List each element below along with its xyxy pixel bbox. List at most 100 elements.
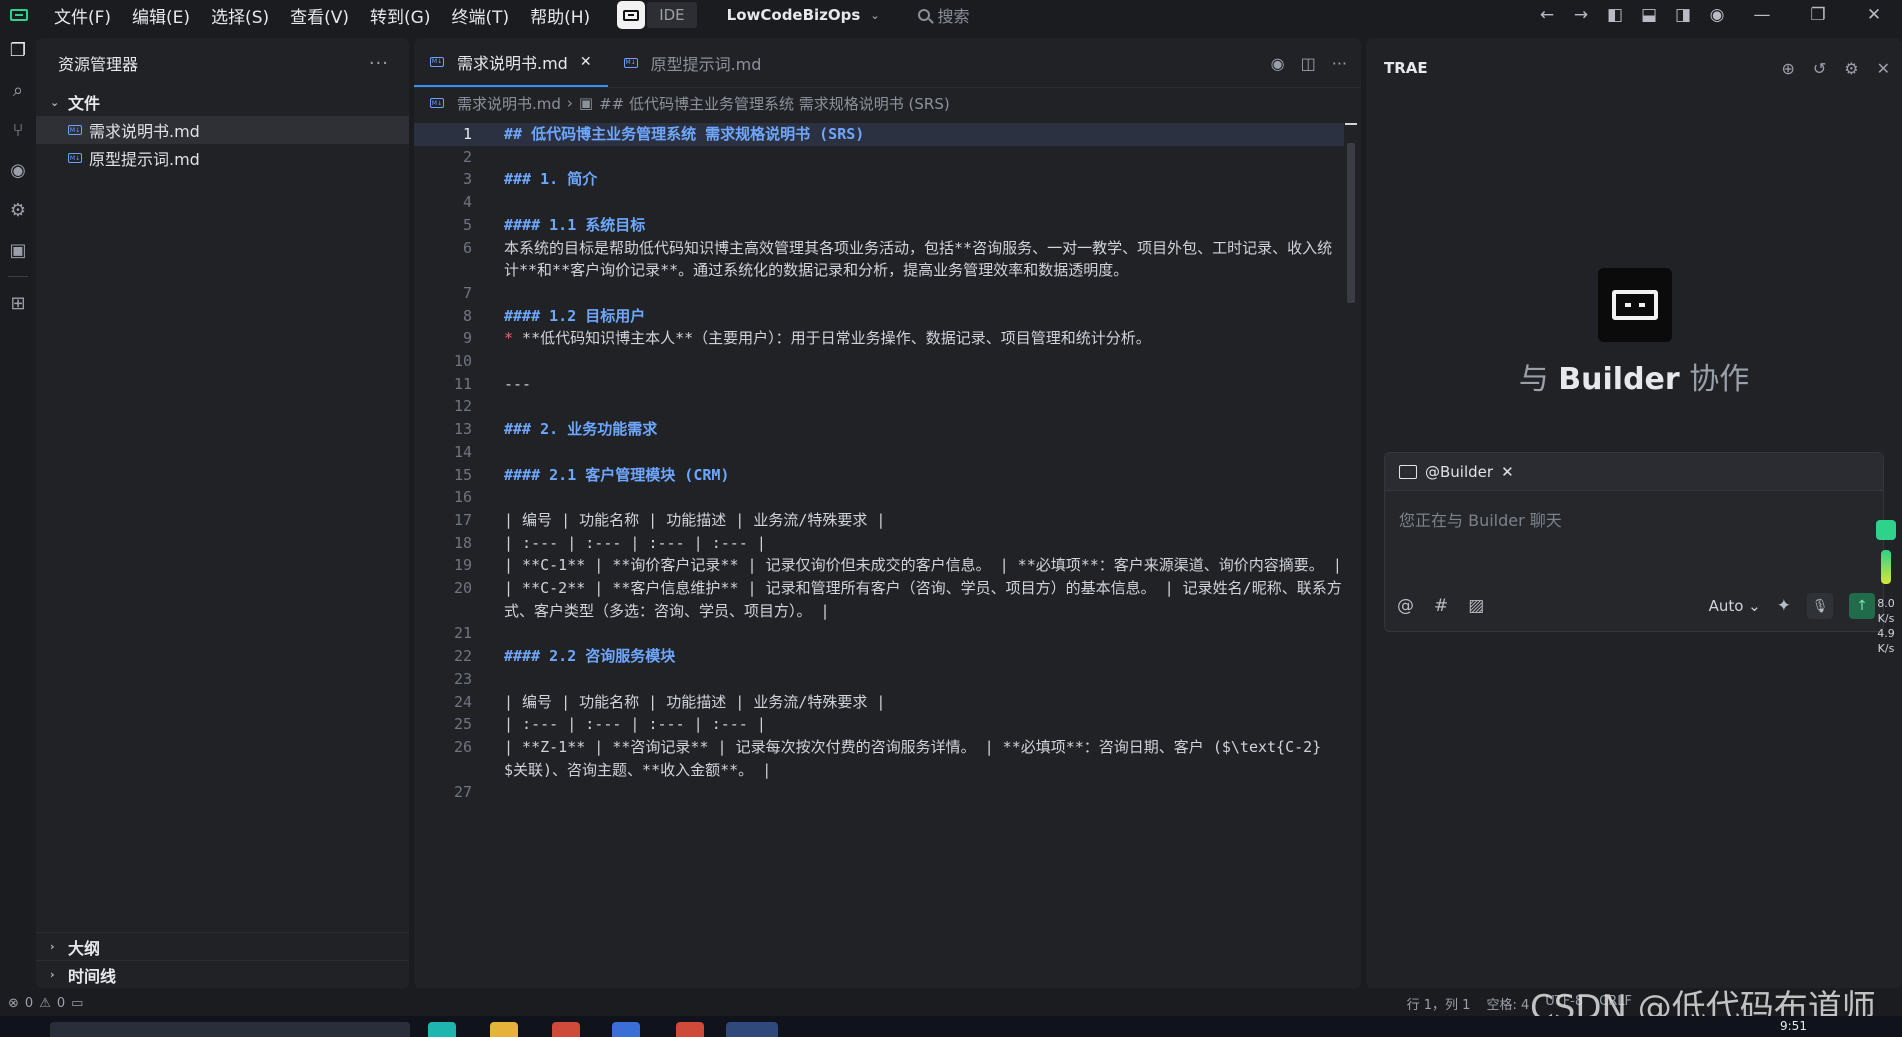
security-shield-icon[interactable] <box>1876 520 1896 540</box>
code-line[interactable]: 16 <box>414 486 1344 509</box>
close-tab-icon[interactable]: ✕ <box>580 54 592 70</box>
preview-eye-icon[interactable]: ◉ <box>0 150 36 190</box>
code-line[interactable]: 12 <box>414 395 1344 418</box>
search-files-icon[interactable]: ⌕ <box>0 70 36 110</box>
code-line[interactable]: 11 --- <box>414 373 1344 396</box>
code-line[interactable]: 22 #### 2.2 咨询服务模块 <box>414 645 1344 668</box>
restore-icon[interactable]: ❐ <box>1790 5 1846 25</box>
menu-help[interactable]: 帮助(H) <box>530 3 590 28</box>
project-selector[interactable]: LowCodeBizOps ⌄ <box>727 6 880 24</box>
code-line[interactable]: 1 ## 低代码博主业务管理系统 需求规格说明书 (SRS) <box>414 123 1344 146</box>
context-hash-icon[interactable]: # <box>1434 596 1448 616</box>
taskbar-app-icon[interactable] <box>428 1022 456 1037</box>
debug-icon[interactable]: ⚙ <box>0 190 36 230</box>
taskbar-app-icon[interactable] <box>612 1022 640 1037</box>
taskbar-browser-icon[interactable] <box>676 1022 704 1037</box>
split-editor-icon[interactable]: ◫ <box>1301 54 1316 73</box>
code-line[interactable]: 3 ### 1. 简介 <box>414 168 1344 191</box>
ide-mode-switch[interactable]: IDE <box>617 1 697 29</box>
taskbar-trae-icon[interactable] <box>726 1022 778 1037</box>
taskbar-folder-icon[interactable] <box>490 1022 518 1037</box>
code-line[interactable]: 26 | **Z-1** | **咨询记录** | 记录每次按次付费的咨询服务详情… <box>414 736 1344 781</box>
code-line[interactable]: 13 ### 2. 业务功能需求 <box>414 418 1344 441</box>
taskbar-app-icon[interactable] <box>552 1022 580 1037</box>
close-window-icon[interactable]: ✕ <box>1846 5 1902 25</box>
code-line[interactable]: 18 | :--- | :--- | :--- | :--- | <box>414 532 1344 555</box>
code-line[interactable]: 14 <box>414 441 1344 464</box>
code-line[interactable]: 9 * **低代码知识博主本人**（主要用户）：用于日常业务操作、数据记录、项目管… <box>414 327 1344 350</box>
menu-file[interactable]: 文件(F) <box>54 3 111 28</box>
sparkle-icon[interactable]: ✦ <box>1777 596 1791 616</box>
code-line[interactable]: 24 | 编号 | 功能名称 | 功能描述 | 业务流/特殊要求 | <box>414 691 1344 714</box>
code-line[interactable]: 5 #### 1.1 系统目标 <box>414 214 1344 237</box>
tab-requirements[interactable]: M↓ 需求说明书.md ✕ <box>414 38 608 87</box>
tree-file-prompts[interactable]: M↓ 原型提示词.md <box>36 144 409 172</box>
code-line[interactable]: 27 <box>414 781 1344 804</box>
tab-prompts[interactable]: M↓ 原型提示词.md <box>608 38 778 87</box>
code-line[interactable]: 21 <box>414 622 1344 645</box>
settings-gear-icon[interactable]: ⚙ <box>1844 59 1858 78</box>
close-panel-icon[interactable]: ✕ <box>1877 59 1890 78</box>
minimize-icon[interactable]: — <box>1734 5 1790 25</box>
toggle-right-panel-icon[interactable]: ◨ <box>1666 5 1700 25</box>
extensions-icon[interactable]: ⊞ <box>0 283 36 323</box>
command-search[interactable]: 搜索 <box>917 3 970 27</box>
ports-icon[interactable]: ▭ <box>71 996 83 1011</box>
code-area[interactable]: 1 ## 低代码博主业务管理系统 需求规格说明书 (SRS) 2 3 ### 1. 简介… <box>414 123 1344 988</box>
error-count[interactable]: 0 <box>25 996 33 1011</box>
breadcrumb-file[interactable]: 需求说明书.md <box>457 93 561 114</box>
breadcrumb-symbol[interactable]: ## 低代码博主业务管理系统 需求规格说明书 (SRS) <box>599 93 950 114</box>
microphone-icon[interactable]: 🎙 <box>1807 593 1833 619</box>
toggle-sidebar-icon[interactable]: ◧ <box>1598 5 1632 25</box>
error-icon[interactable]: ⊗ <box>8 996 19 1011</box>
image-upload-icon[interactable]: ▨ <box>1468 596 1484 616</box>
code-line[interactable]: 15 #### 2.1 客户管理模块 (CRM) <box>414 464 1344 487</box>
history-icon[interactable]: ↺ <box>1813 59 1826 78</box>
chat-input-box[interactable]: @Builder ✕ 您正在与 Builder 聊天 @ # ▨ Auto ⌄ … <box>1384 452 1884 632</box>
code-line[interactable]: 25 | :--- | :--- | :--- | :--- | <box>414 713 1344 736</box>
code-line[interactable]: 8 #### 1.2 目标用户 <box>414 305 1344 328</box>
code-line[interactable]: 7 <box>414 282 1344 305</box>
more-actions-icon[interactable]: ··· <box>1332 54 1347 73</box>
editor-scrollbar[interactable] <box>1345 123 1357 983</box>
warning-count[interactable]: 0 <box>57 996 65 1011</box>
cursor-position[interactable]: 行 1，列 1 <box>1407 994 1471 1013</box>
back-arrow-icon[interactable]: ← <box>1530 5 1564 25</box>
tools-icon[interactable]: ✕ <box>1501 463 1514 481</box>
builder-mode-icon[interactable] <box>617 1 646 29</box>
menu-edit[interactable]: 编辑(E) <box>132 3 190 28</box>
tree-section-files[interactable]: ⌄ 文件 <box>36 88 409 116</box>
warning-icon[interactable]: ⚠ <box>39 996 51 1011</box>
menu-terminal[interactable]: 终端(T) <box>451 3 509 28</box>
account-icon[interactable]: ◉ <box>1700 5 1734 25</box>
code-line[interactable]: 6 本系统的目标是帮助低代码知识博主高效管理其各项业务活动，包括**咨询服务、一对… <box>414 237 1344 282</box>
taskbar-search-box[interactable] <box>50 1022 410 1037</box>
code-line[interactable]: 17 | 编号 | 功能名称 | 功能描述 | 业务流/特殊要求 | <box>414 509 1344 532</box>
remote-icon[interactable]: ▣ <box>0 230 36 270</box>
menu-view[interactable]: 查看(V) <box>290 3 349 28</box>
tree-file-requirements[interactable]: M↓ 需求说明书.md <box>36 116 409 144</box>
scrollbar-thumb[interactable] <box>1347 143 1355 303</box>
code-line[interactable]: 23 <box>414 668 1344 691</box>
toggle-panel-icon[interactable]: ⬓ <box>1632 5 1666 25</box>
source-control-icon[interactable]: ⑂ <box>0 110 36 150</box>
new-chat-icon[interactable]: ⊕ <box>1781 59 1794 78</box>
code-line[interactable]: 20 | **C-2** | **客户信息维护** | 记录和管理所有客户（咨询、… <box>414 577 1344 622</box>
tree-section-timeline[interactable]: › 时间线 <box>36 960 409 988</box>
indent-setting[interactable]: 空格: 4 <box>1486 994 1529 1013</box>
forward-arrow-icon[interactable]: → <box>1564 5 1598 25</box>
mention-at-icon[interactable]: @ <box>1397 596 1414 616</box>
menu-selection[interactable]: 选择(S) <box>211 3 269 28</box>
open-preview-icon[interactable]: ◉ <box>1271 54 1285 73</box>
chat-input[interactable]: 您正在与 Builder 聊天 <box>1385 491 1883 547</box>
tree-section-outline[interactable]: › 大纲 <box>36 932 409 960</box>
code-line[interactable]: 2 <box>414 146 1344 169</box>
more-actions-icon[interactable]: ··· <box>369 53 389 74</box>
code-line[interactable]: 10 <box>414 350 1344 373</box>
code-line[interactable]: 19 | **C-1** | **询价客户记录** | 记录仅询价但未成交的客户信… <box>414 554 1344 577</box>
menu-go[interactable]: 转到(G) <box>370 3 430 28</box>
chat-agent-name[interactable]: @Builder <box>1425 463 1493 481</box>
ide-mode-label[interactable]: IDE <box>647 2 697 28</box>
model-selector[interactable]: Auto ⌄ <box>1709 597 1761 615</box>
explorer-files-icon[interactable]: ❐ <box>0 30 36 70</box>
